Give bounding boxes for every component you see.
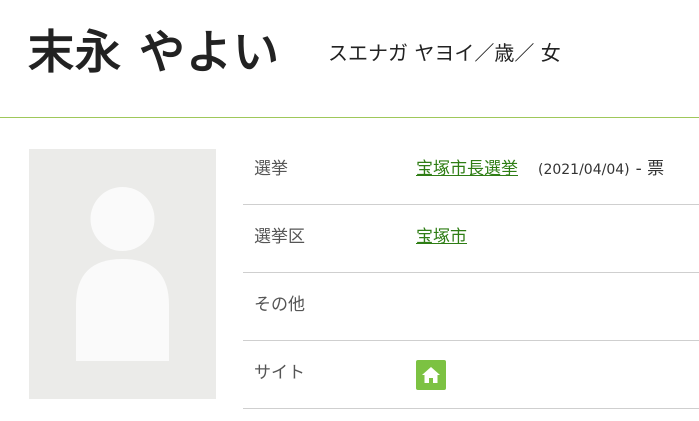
candidate-photo-placeholder [29, 149, 216, 399]
election-link[interactable]: 宝塚市長選挙 [416, 159, 518, 179]
person-placeholder-icon [76, 187, 169, 361]
site-label: サイト [254, 363, 305, 383]
home-site-button[interactable] [416, 360, 446, 390]
district-link[interactable]: 宝塚市 [416, 227, 467, 247]
detail-row-election: 選挙 宝塚市長選挙 (2021/04/04) - 票 [243, 136, 699, 205]
candidate-name: 末永 やよい [28, 25, 281, 79]
district-label: 選挙区 [254, 227, 305, 247]
district-value: 宝塚市 [416, 217, 467, 257]
election-value: 宝塚市長選挙 (2021/04/04) - 票 [416, 149, 664, 190]
candidate-kana-info: スエナガ ヤヨイ／歳／ 女 [328, 41, 561, 65]
election-date: (2021/04/04) [538, 162, 630, 178]
home-icon [422, 367, 440, 383]
profile-header: 末永 やよい スエナガ ヤヨイ／歳／ 女 [0, 0, 699, 118]
election-votes: - 票 [635, 159, 665, 179]
detail-row-site: サイト [243, 340, 699, 409]
detail-row-district: 選挙区 宝塚市 [243, 204, 699, 273]
election-label: 選挙 [254, 159, 288, 179]
other-label: その他 [254, 295, 305, 315]
detail-row-other: その他 [243, 272, 699, 341]
